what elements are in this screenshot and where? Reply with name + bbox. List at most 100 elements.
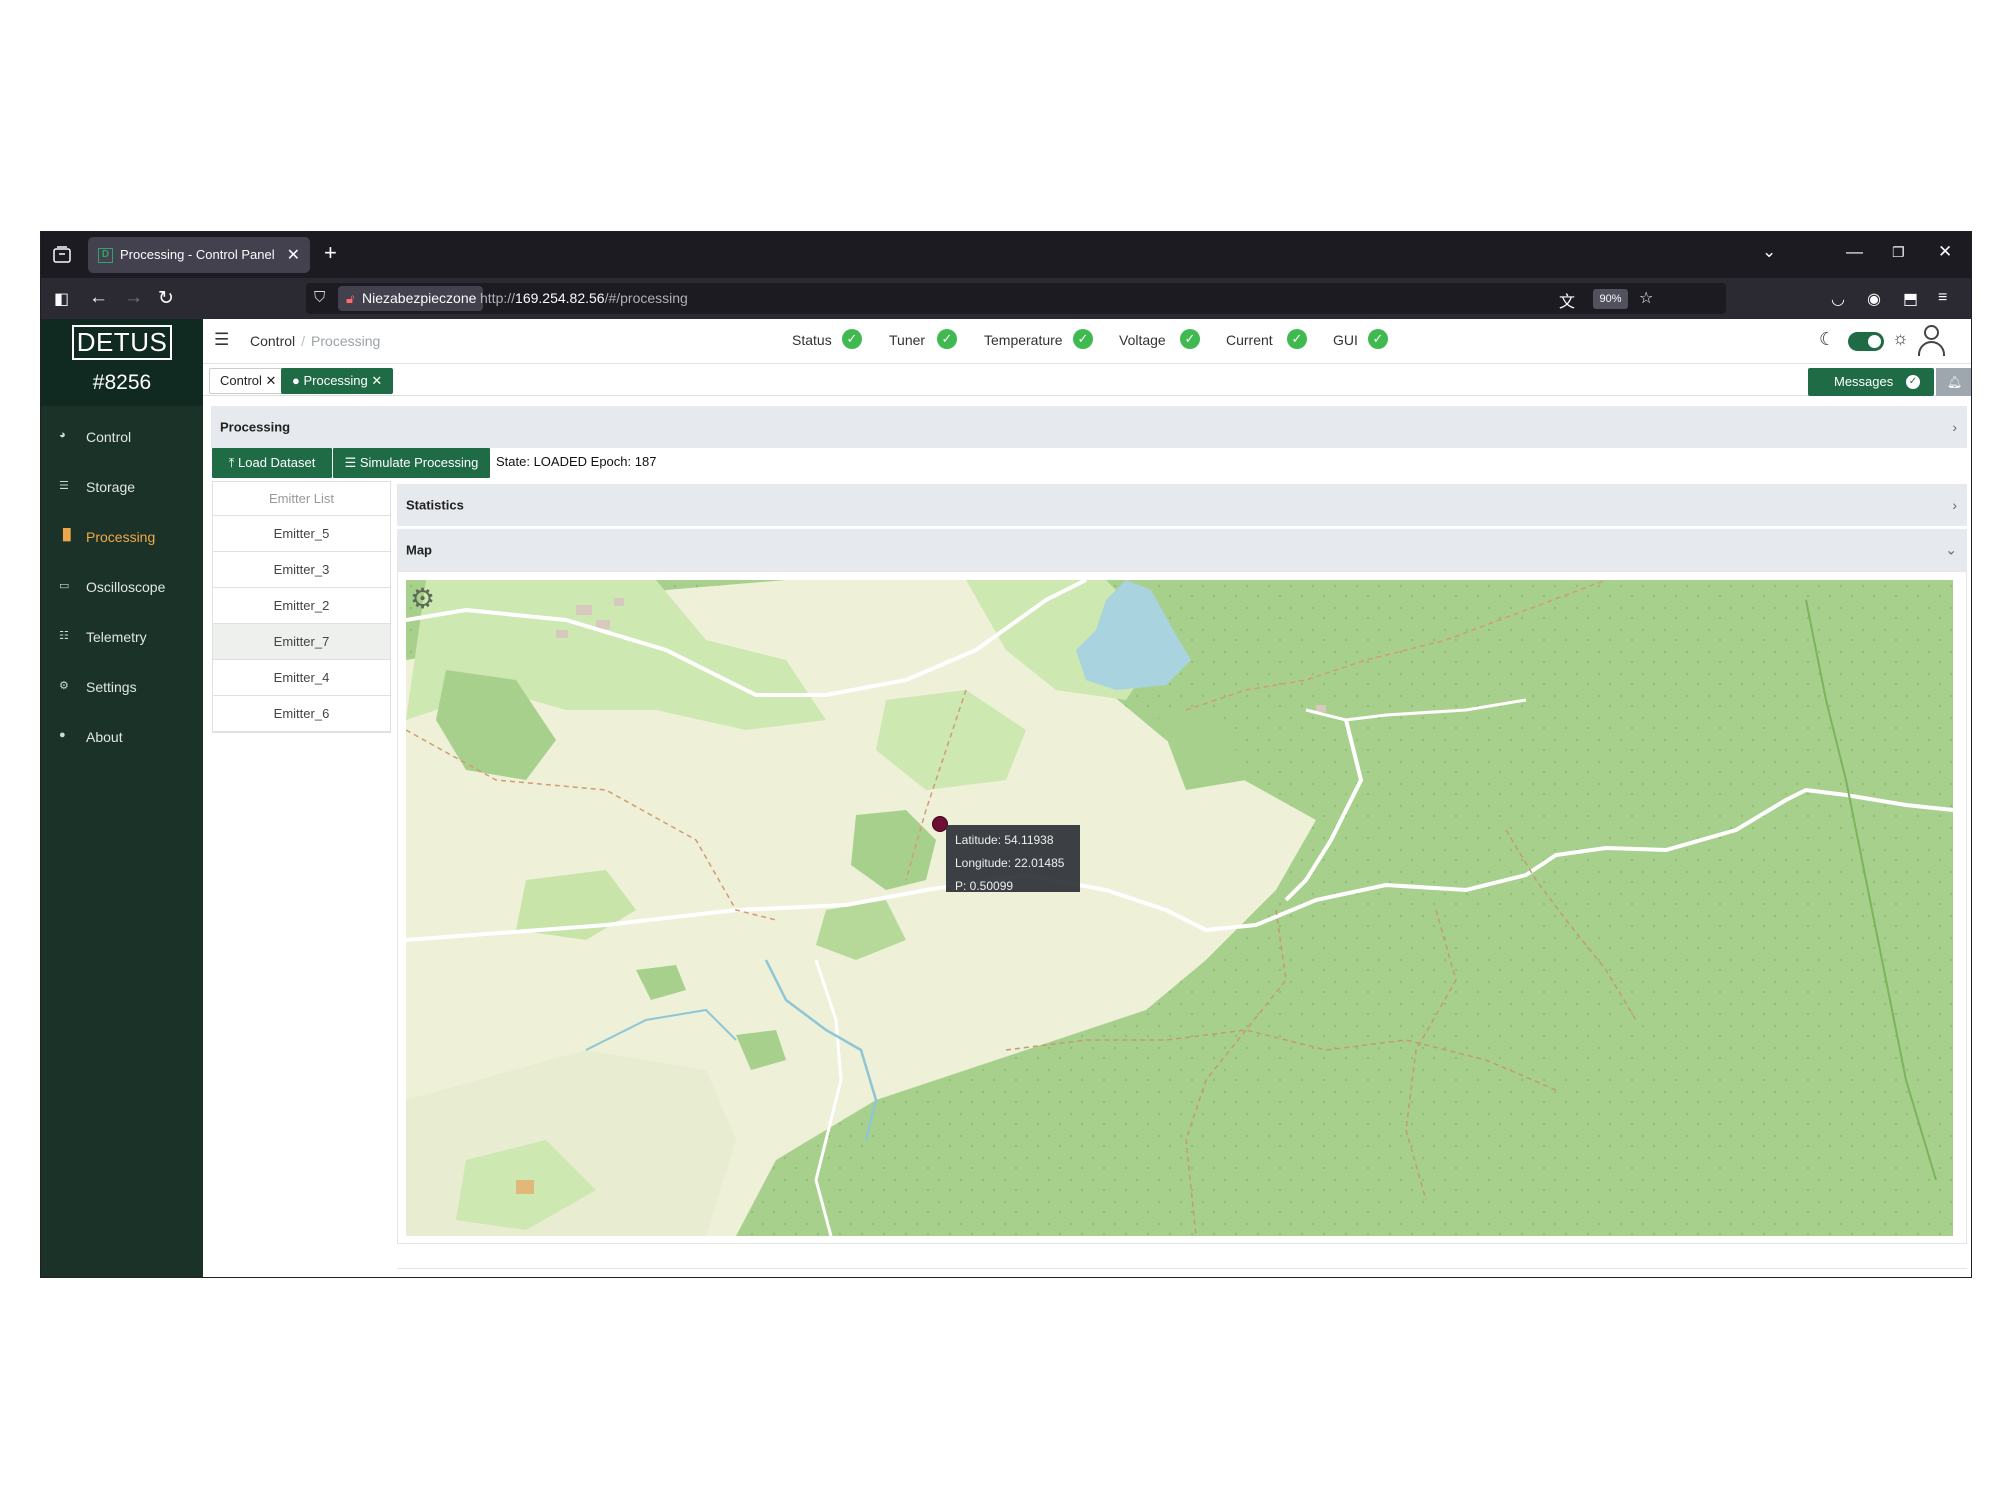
voltage-ok-check-icon: ✓: [1180, 329, 1200, 349]
shield-icon[interactable]: ⛉: [314, 289, 325, 306]
sidebar-item-label: Control: [86, 429, 132, 445]
sidebar-item-label: Processing: [86, 529, 156, 545]
emitter-list-item[interactable]: Emitter_5: [213, 516, 390, 552]
sidebar-item-control[interactable]: ◕ Control: [41, 419, 203, 455]
minimize-icon[interactable]: —: [1846, 242, 1863, 262]
browser-window: D Processing - Control Panel ✕ + ⌄ — ❐ ✕…: [40, 231, 1972, 1278]
tab-control[interactable]: Control ✕: [209, 368, 288, 394]
emitter-list-item[interactable]: Emitter_4: [213, 660, 390, 696]
statistics-section-header[interactable]: Statistics ›: [397, 484, 1967, 526]
sidebar-toggle-icon[interactable]: ◧: [54, 289, 69, 309]
new-tab-icon[interactable]: +: [324, 240, 337, 266]
emitter-list-item[interactable]: Emitter_6: [213, 696, 390, 732]
list-icon: ☷: [59, 630, 69, 642]
chevron-right-icon: ›: [1952, 497, 1957, 513]
browser-tab[interactable]: D Processing - Control Panel ✕: [88, 237, 310, 273]
account-icon[interactable]: ◉: [1867, 289, 1881, 309]
close-window-icon[interactable]: ✕: [1938, 242, 1952, 262]
url-path: /#/processing: [604, 290, 688, 306]
tab-overflow-chevron-icon[interactable]: ⌄: [1762, 242, 1776, 262]
reload-icon[interactable]: ↻: [158, 287, 174, 310]
address-bar[interactable]: ⛉ 🔓︎ Niezabezpieczone http://169.254.82.…: [306, 283, 1726, 314]
breadcrumb-root[interactable]: Control: [250, 333, 295, 349]
url-text[interactable]: http://169.254.82.56/#/processing: [480, 290, 688, 306]
pocket-icon[interactable]: ◡: [1831, 289, 1845, 309]
bell-icon: 🔔︎: [1946, 375, 1963, 389]
tuner-ok-check-icon: ✓: [937, 329, 957, 349]
processing-section-header[interactable]: Processing ›: [211, 406, 1967, 448]
gear-icon: ⚙: [59, 680, 69, 692]
security-label: Niezabezpieczone: [362, 290, 477, 306]
statistics-section-title: Statistics: [406, 497, 464, 513]
sidebar-item-about[interactable]: ● About: [41, 719, 203, 755]
user-avatar-icon[interactable]: [1916, 325, 1946, 357]
tab-processing[interactable]: ● Processing ✕: [281, 368, 394, 394]
tooltip-latitude: Latitude: 54.11938: [955, 833, 1054, 847]
bell-button[interactable]: 🔔︎: [1936, 368, 1971, 396]
security-indicator[interactable]: 🔓︎ Niezabezpieczone: [338, 286, 484, 311]
map-section-header[interactable]: Map ⌄: [397, 529, 1967, 571]
back-icon[interactable]: ←: [89, 287, 108, 309]
sidebar-item-oscilloscope[interactable]: ▭ Oscilloscope: [41, 569, 203, 605]
sidebar-item-label: Settings: [86, 679, 137, 695]
emitter-list-item-selected[interactable]: Emitter_7: [213, 624, 390, 660]
bar-chart-icon: ▐▌: [59, 529, 75, 541]
user-head: [1924, 325, 1939, 340]
extensions-icon[interactable]: ⬒: [1903, 289, 1918, 309]
breadcrumb-separator: /: [301, 333, 306, 349]
messages-button[interactable]: Messages ✓: [1808, 368, 1934, 396]
map-settings-gear-icon[interactable]: ⚙: [410, 582, 435, 615]
status-label-temperature: Temperature: [984, 332, 1063, 348]
hamburger-menu-icon[interactable]: ☰: [214, 330, 229, 350]
theme-toggle[interactable]: [1848, 332, 1884, 351]
sidebar-item-processing[interactable]: ▐▌ Processing: [41, 519, 203, 555]
messages-label: Messages: [1834, 374, 1894, 389]
brand-header: DETUS #8256: [41, 319, 203, 406]
toggle-knob: [1868, 335, 1881, 348]
url-host: 169.254.82.56: [515, 290, 605, 306]
status-ok-check-icon: ✓: [842, 329, 862, 349]
emitter-list-item[interactable]: Emitter_2: [213, 588, 390, 624]
sidebar-item-settings[interactable]: ⚙ Settings: [41, 669, 203, 705]
url-prefix: http://: [480, 290, 516, 306]
marker-tooltip: Latitude: 54.11938 Longitude: 22.01485 P…: [946, 825, 1080, 893]
load-dataset-button[interactable]: ⤒ Load Dataset: [212, 448, 332, 478]
sidebar-item-label: Oscilloscope: [86, 579, 166, 595]
emitter-list-item[interactable]: Emitter_3: [213, 552, 390, 588]
browser-tab-bar: D Processing - Control Panel ✕ + ⌄ — ❐ ✕: [41, 232, 1971, 278]
processing-section-title: Processing: [220, 419, 291, 435]
bookmark-star-icon[interactable]: ☆: [1639, 288, 1653, 308]
current-ok-check-icon: ✓: [1287, 329, 1307, 349]
restore-icon[interactable]: ❐: [1892, 244, 1905, 261]
gui-ok-check-icon: ✓: [1368, 329, 1388, 349]
tab-list-icon[interactable]: [53, 246, 71, 263]
emitter-list: Emitter List Emitter_5 Emitter_3 Emitter…: [212, 481, 391, 733]
sidebar-item-label: Storage: [86, 479, 136, 495]
sidebar-item-telemetry[interactable]: ☷ Telemetry: [41, 619, 203, 655]
tooltip-longitude: Longitude: 22.01485: [955, 856, 1065, 870]
user-body: [1918, 341, 1945, 356]
chevron-right-icon: ›: [1952, 419, 1957, 435]
browser-tab-title: Processing - Control Panel: [120, 247, 275, 262]
browser-nav-bar: ◧ ← → ↻ ⛉ 🔓︎ Niezabezpieczone http://169…: [41, 278, 1971, 319]
breadcrumb: Control / Processing: [250, 333, 380, 349]
content-divider: [397, 1268, 1967, 1269]
app-logo[interactable]: DETUS: [72, 325, 172, 360]
state-text: State: LOADED Epoch: 187: [496, 454, 657, 469]
moon-icon: ☾: [1819, 329, 1836, 349]
simulate-processing-button[interactable]: ☰ Simulate Processing: [333, 448, 490, 478]
chevron-down-icon: ⌄: [1945, 541, 1957, 558]
zoom-level[interactable]: 90%: [1593, 289, 1628, 309]
map-section-title: Map: [406, 542, 432, 558]
emitter-list-title: Emitter List: [213, 482, 390, 516]
translate-icon[interactable]: 文: [1559, 288, 1575, 312]
map-tiles: [406, 580, 1953, 1236]
monitor-icon: ▭: [59, 580, 70, 592]
close-tab-icon[interactable]: ✕: [287, 245, 300, 265]
messages-check-icon: ✓: [1906, 375, 1920, 389]
sidebar-item-storage[interactable]: ☰ Storage: [41, 469, 203, 505]
status-label-gui: GUI: [1333, 332, 1358, 348]
forward-icon[interactable]: →: [124, 287, 143, 309]
menu-icon[interactable]: ≡: [1938, 289, 1947, 307]
map-view[interactable]: ⚙ Latitude: 54.11938 Longitude: 22.01485…: [406, 580, 1953, 1236]
